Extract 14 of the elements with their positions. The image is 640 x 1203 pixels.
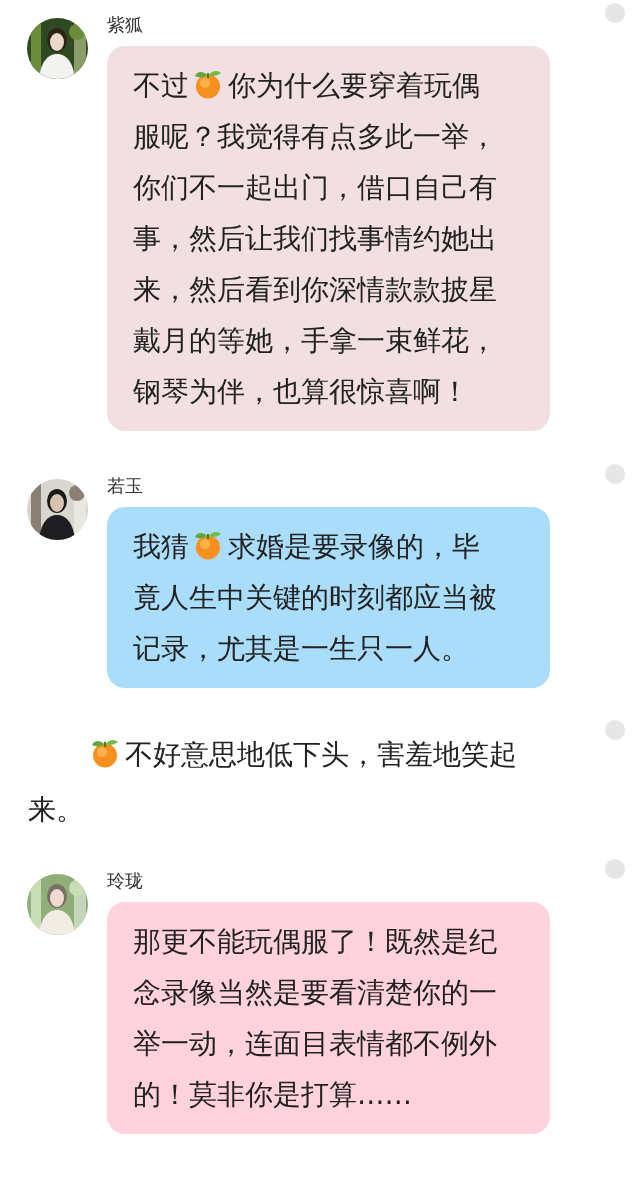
- tangerine-icon: [90, 738, 120, 768]
- circle-marker: [605, 720, 625, 740]
- user-name: 玲珑: [107, 869, 144, 893]
- narration-text: 不好意思地低下头，害羞地笑起来。: [28, 737, 518, 827]
- tangerine-icon: [193, 69, 223, 99]
- circle-marker: [605, 859, 625, 879]
- circle-marker: [605, 3, 625, 23]
- tangerine-icon: [193, 530, 223, 560]
- circle-marker: [605, 464, 625, 484]
- message-text: 那更不能玩偶服了！既然是纪念录像当然是要看清楚你的一举一动，连面目表情都不例外的！莫非你是打算……: [133, 924, 498, 1112]
- message-text: 我猜 求婚是要录像的，毕竟人生中关键的时刻都应当被记录，尤其是一生只一人。: [133, 529, 498, 666]
- user-name: 紫狐: [107, 13, 144, 37]
- message-text: 不过 你为什么要穿着玩偶服呢？我觉得有点多此一举，你们不一起出门，借口自己有事，然后让我们找事情约她出来，然后看到你深情款款披星戴月的等她，手拿一束鲜花，钢琴为伴，也算很惊喜啊！: [133, 68, 498, 409]
- user-name: 若玉: [107, 474, 144, 498]
